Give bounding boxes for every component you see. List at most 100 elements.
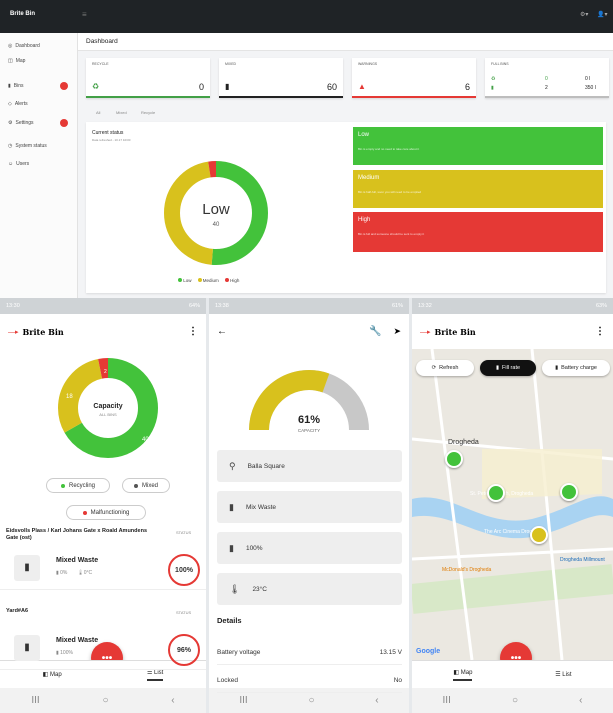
card-row-value: 2	[545, 85, 548, 91]
navigate-icon[interactable]: ➤	[393, 326, 401, 337]
bin-meta: ▮ 100%	[56, 650, 73, 656]
more-menu-icon[interactable]: ⋮	[595, 326, 605, 337]
google-logo: Google	[416, 648, 440, 655]
bin-marker[interactable]	[487, 484, 505, 502]
sidebar-item-label: Map	[15, 58, 26, 64]
phone-list-view: 13:30 64% —▸ Brite Bin ⋮ Capacity ALL BIN…	[0, 298, 206, 713]
summary-card-recycle[interactable]: RECYCLE ♻ 0	[86, 58, 210, 98]
app-title: Brite Bin	[22, 326, 64, 337]
map[interactable]: Drogheda St. Peter's Parish, Drogheda Th…	[412, 349, 613, 660]
back-button[interactable]: ‹	[375, 695, 378, 706]
card-title: MIXED	[225, 62, 237, 66]
sidebar: ◎ Dashboard ◫ Map ▮ Bins ◇ Alerts ⚙ Settings ◷ Syst…	[0, 33, 78, 298]
filter-chip-malfunctioning[interactable]: Malfunctioning	[66, 505, 146, 520]
back-button[interactable]: ‹	[171, 695, 174, 706]
tab-map[interactable]: ◧ Map	[43, 671, 62, 678]
map-button-battery-charge[interactable]: ▮ Battery charge	[542, 360, 610, 376]
level-title: Low	[358, 132, 370, 138]
map-button-fill-rate[interactable]: ▮ Fill rate	[480, 360, 536, 376]
tab-mixed[interactable]: Mixed	[116, 110, 127, 115]
bin-meta: ▮ 0% 🌡0°C	[56, 570, 92, 576]
map-label-millmount: Drogheda Millmount	[560, 557, 605, 563]
home-button[interactable]: ○	[512, 695, 518, 706]
level-card-medium: Medium Bin is half-full, soon you will ne…	[353, 170, 603, 208]
card-value: 6	[464, 82, 470, 92]
sidebar-item-bins[interactable]: ▮ Bins	[8, 83, 24, 89]
map-label-drogheda: Drogheda	[448, 439, 479, 446]
app-bar: —▸ Brite Bin ⋮	[0, 314, 206, 349]
map-label-mcdonalds: McDonald's Drogheda	[442, 567, 492, 573]
bin-type: Mixed Waste	[56, 557, 99, 564]
filter-chip-recycling[interactable]: Recycling	[46, 478, 110, 493]
bin-icon: ▮	[8, 83, 11, 89]
card-row-value: 0	[545, 76, 548, 82]
tab-all[interactable]: All	[96, 110, 100, 115]
fill-percent: 100%	[175, 566, 193, 574]
home-button[interactable]: ○	[102, 695, 108, 706]
card-value: 0	[198, 82, 204, 92]
map-button-refresh[interactable]: ⟳ Refresh	[416, 360, 474, 376]
menu-icon[interactable]: ≡	[82, 10, 87, 19]
location-pin-icon: ⚲	[229, 460, 236, 471]
bin-marker[interactable]	[445, 450, 463, 468]
android-nav-bar: III ○ ‹	[0, 688, 206, 713]
status-bar: 13:32 63%	[412, 298, 613, 314]
summary-card-mixed[interactable]: MIXED ▮ 60	[219, 58, 343, 98]
bin-marker[interactable]	[530, 526, 548, 544]
bin-icon: ▮	[229, 501, 234, 512]
tab-map[interactable]: ◧ Map	[453, 669, 473, 681]
tab-list[interactable]: ☰ List	[555, 671, 571, 678]
sidebar-item-map[interactable]: ◫ Map	[8, 58, 25, 64]
sidebar-item-dashboard[interactable]: ◎ Dashboard	[8, 43, 40, 49]
bin-list-item[interactable]: ▮ Mixed Waste ▮ 100% 96%	[0, 630, 206, 670]
filter-tabs: All Mixed Recycle	[86, 110, 606, 120]
settings-menu-icon[interactable]: ⚙▾	[580, 11, 588, 18]
info-row: 🌡 23°C	[217, 573, 402, 605]
card-accent-bar	[485, 96, 609, 98]
sidebar-item-label: Settings	[15, 120, 34, 126]
sidebar-item-system-status[interactable]: ◷ System status	[8, 143, 47, 149]
top-bar: Brite Bin ≡ ⚙▾ 👤▾	[0, 0, 613, 33]
summary-card-warnings[interactable]: WARNINGS ▲ 6	[352, 58, 476, 98]
sidebar-item-settings[interactable]: ⚙ Settings	[8, 120, 34, 126]
tab-list[interactable]: ☰ List	[146, 669, 164, 681]
back-arrow-icon[interactable]: ←	[217, 326, 227, 337]
user-menu-icon[interactable]: 👤▾	[597, 11, 607, 18]
dashboard-header: Dashboard	[78, 33, 613, 51]
back-button[interactable]: ‹	[579, 695, 582, 706]
app-bar: ← 🔧 ➤	[209, 314, 409, 349]
map-icon: ◧	[42, 672, 49, 678]
bin-marker[interactable]	[560, 483, 578, 501]
recycle-icon: ♻	[92, 82, 100, 91]
info-row: ▮ 100%	[217, 532, 402, 564]
gear-icon: ⚙	[8, 120, 13, 126]
sidebar-item-label: Bins	[13, 83, 24, 89]
more-menu-icon[interactable]: ⋮	[188, 326, 198, 337]
bin-list-item[interactable]: ▮ Mixed Waste ▮ 0% 🌡0°C 100%	[0, 550, 206, 590]
sidebar-item-label: System status	[15, 143, 47, 149]
recent-apps-button[interactable]: III	[31, 695, 39, 706]
info-text: 23°C	[252, 585, 267, 593]
level-title: High	[358, 217, 371, 223]
filter-chip-mixed[interactable]: Mixed	[122, 478, 170, 493]
legend-low: Low	[178, 278, 192, 283]
android-nav-bar: III ○ ‹	[412, 688, 613, 713]
desktop-dashboard: Brite Bin ≡ ⚙▾ 👤▾ ◎ Dashboard ◫ Map ▮ Bins ◇ Al…	[0, 0, 613, 298]
recent-apps-button[interactable]: III	[443, 695, 451, 706]
info-text: 100%	[245, 544, 263, 552]
bin-location: Yard#A6	[6, 608, 29, 614]
fill-percent-ring: 96%	[168, 634, 200, 666]
dashboard-icon: ◎	[8, 43, 13, 49]
donut-center-value: 40	[213, 222, 220, 228]
status-bar: 13:38 61%	[209, 298, 409, 314]
app-logo: Brite Bin	[10, 11, 36, 17]
wrench-icon[interactable]: 🔧	[369, 326, 381, 337]
info-row: ⚲ Balla Square	[217, 450, 402, 482]
home-button[interactable]: ○	[308, 695, 314, 706]
tab-recycle[interactable]: Recycle	[141, 110, 155, 115]
sidebar-item-alerts[interactable]: ◇ Alerts	[8, 101, 28, 107]
status-title: Current status	[92, 130, 124, 136]
summary-card-full-bins[interactable]: FULL BINS ♻ 0 0 l ▮ 2 350 l	[485, 58, 609, 98]
sidebar-item-users[interactable]: ☺ Users	[8, 161, 29, 167]
recent-apps-button[interactable]: III	[239, 695, 247, 706]
